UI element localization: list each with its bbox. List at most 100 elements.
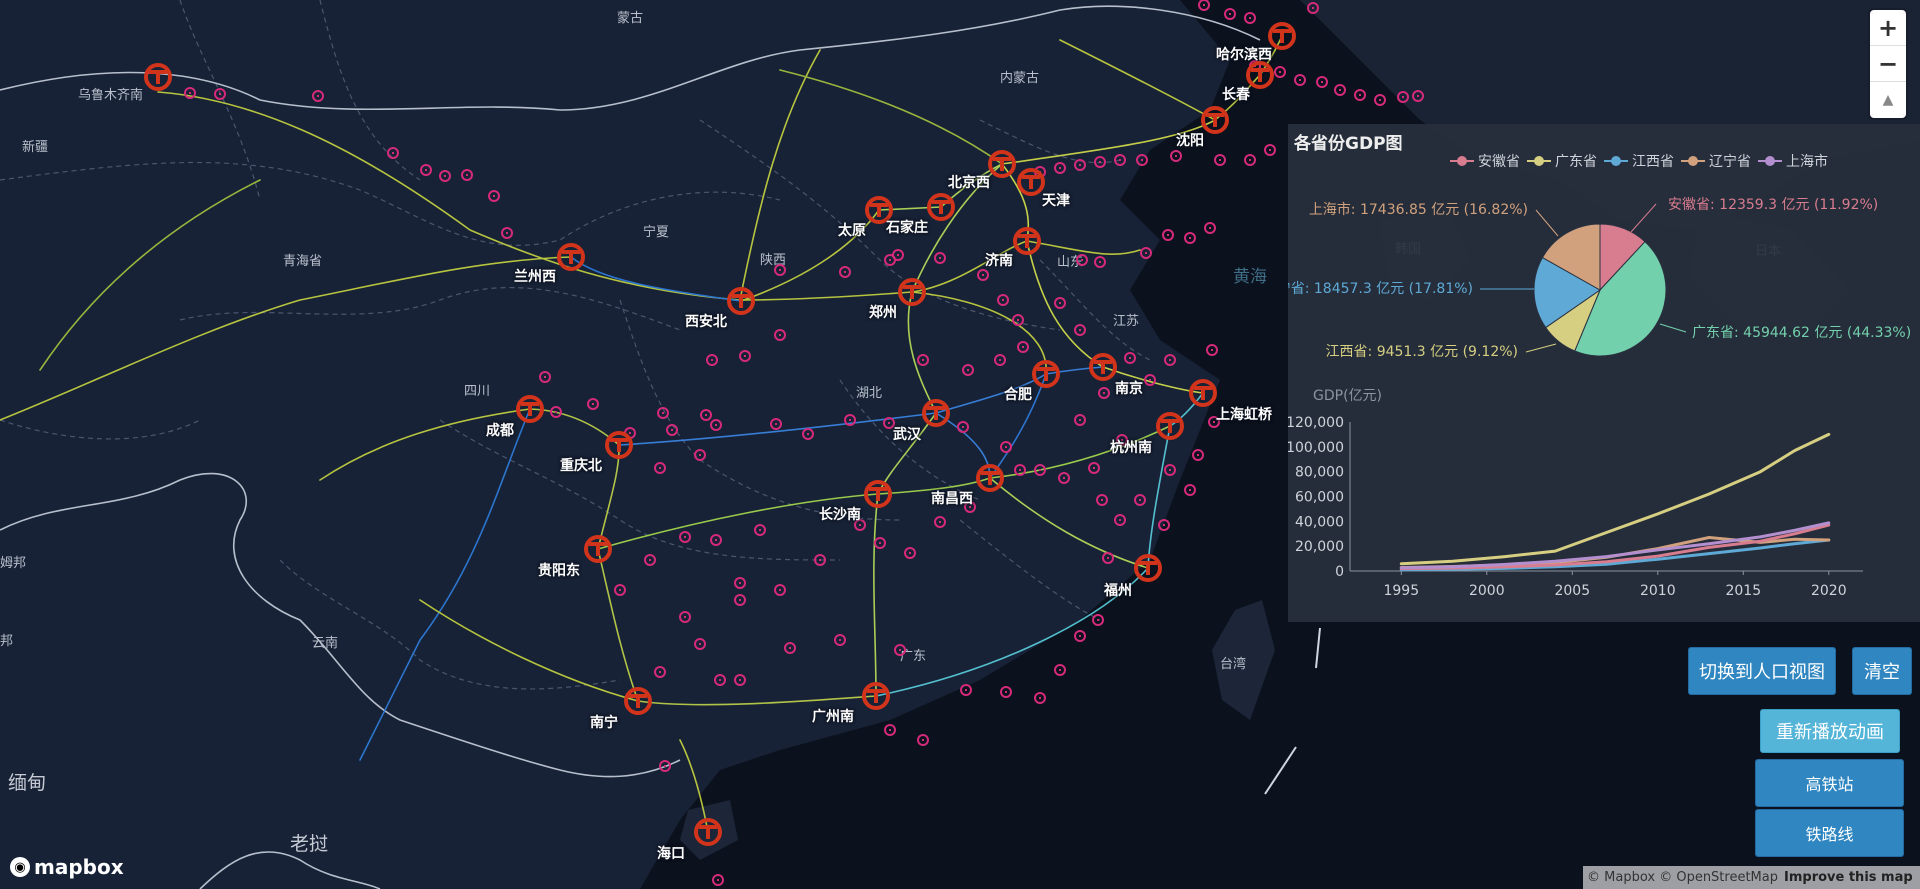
minor-station-icon [904, 547, 916, 559]
minor-station-icon [1074, 630, 1086, 642]
minor-station-icon [770, 418, 782, 430]
zoom-out-button[interactable]: − [1870, 46, 1906, 82]
minor-station-icon [994, 354, 1006, 366]
minor-station-icon [917, 354, 929, 366]
railway-station-icon[interactable] [603, 429, 635, 461]
improve-map-link[interactable]: Improve this map [1784, 870, 1913, 885]
minor-station-icon [694, 449, 706, 461]
minor-station-icon [1098, 387, 1110, 399]
minor-station-icon [917, 734, 929, 746]
station-label: 石家庄 [886, 220, 928, 236]
legend-marker [1457, 156, 1467, 166]
station-label: 上海虹桥 [1216, 407, 1272, 423]
pie-slice-label: 江西省: 9451.3 亿元 (9.12%) [1326, 344, 1518, 360]
minor-station-icon [874, 537, 886, 549]
minor-station-icon [657, 407, 669, 419]
x-tick-label: 2020 [1811, 583, 1847, 599]
railway-station-icon[interactable] [1011, 225, 1043, 257]
railway-station-icon[interactable] [514, 393, 546, 425]
minor-station-icon [1017, 341, 1029, 353]
x-tick-label: 2000 [1469, 583, 1505, 599]
minor-station-icon [587, 398, 599, 410]
railway-station-icon[interactable] [986, 148, 1018, 180]
legend-label: 上海市 [1786, 153, 1828, 170]
railway-station-icon[interactable] [925, 191, 957, 223]
railway-station-icon[interactable] [1154, 410, 1186, 442]
place-label: 新疆 [22, 140, 49, 155]
minor-station-icon [977, 269, 989, 281]
zoom-in-button[interactable]: + [1870, 10, 1906, 46]
minor-station-icon [387, 147, 399, 159]
minor-station-icon [461, 169, 473, 181]
railway-station-icon[interactable] [555, 241, 587, 273]
railway-station-icon[interactable] [860, 680, 892, 712]
railway-station-icon[interactable] [974, 462, 1006, 494]
minor-station-icon [1136, 154, 1148, 166]
pie-slice-label: 上海市: 17436.85 亿元 (16.82%) [1309, 201, 1528, 218]
minor-station-icon [1114, 514, 1126, 526]
station-label: 郑州 [869, 305, 897, 321]
railway-station-icon[interactable] [692, 816, 724, 848]
minor-station-icon [1170, 150, 1182, 162]
minor-station-icon [1058, 472, 1070, 484]
station-label: 长沙南 [819, 507, 861, 523]
minor-station-icon [694, 638, 706, 650]
station-label: 兰州西 [514, 269, 556, 285]
minor-station-icon [894, 644, 906, 656]
place-label: 乌鲁木齐南 [78, 88, 144, 103]
minor-station-icon [1094, 156, 1106, 168]
minor-station-icon [1214, 154, 1226, 166]
minor-station-icon [714, 674, 726, 686]
minor-station-icon [1054, 162, 1066, 174]
minor-station-icon [1316, 76, 1328, 88]
minor-station-icon [934, 516, 946, 528]
minor-station-icon [754, 524, 766, 536]
minor-station-icon [834, 634, 846, 646]
minor-station-icon [1074, 414, 1086, 426]
pie-label-line [1525, 343, 1557, 353]
minor-station-icon [957, 421, 969, 433]
minor-station-icon [1158, 519, 1170, 531]
pie-slice-label: 广东省: 45944.62 亿元 (44.33%) [1692, 325, 1911, 341]
switch-population-view-button[interactable]: 切换到人口视图 [1688, 647, 1836, 695]
mapbox-logo[interactable]: ◉ mapbox [10, 855, 124, 879]
attribution-text[interactable]: © Mapbox © OpenStreetMap [1587, 870, 1778, 885]
minor-station-icon [962, 364, 974, 376]
minor-station-icon [774, 329, 786, 341]
railway-station-icon[interactable] [622, 685, 654, 717]
place-label: 四川 [464, 384, 491, 399]
railway-station-icon[interactable] [725, 285, 757, 317]
minor-station-icon [1264, 144, 1276, 156]
minor-station-icon [700, 409, 712, 421]
minor-station-icon [1054, 664, 1066, 676]
clear-button[interactable]: 清空 [1852, 647, 1912, 695]
minor-station-icon [1094, 256, 1106, 268]
railway-lines-toggle[interactable]: 铁路线 [1755, 809, 1904, 857]
replay-animation-button[interactable]: 重新播放动画 [1760, 709, 1900, 753]
mapbox-icon: ◉ [10, 857, 30, 877]
railway-station-icon[interactable] [1132, 552, 1164, 584]
minor-station-icon [734, 674, 746, 686]
minor-station-icon [1076, 254, 1088, 266]
railway-station-icon[interactable] [1030, 358, 1062, 390]
station-label: 西安北 [685, 314, 727, 330]
station-label: 天津 [1042, 193, 1070, 209]
minor-station-icon [739, 350, 751, 362]
railway-station-icon[interactable] [920, 397, 952, 429]
railway-station-icon[interactable] [862, 478, 894, 510]
railway-station-icon[interactable] [896, 276, 928, 308]
minor-station-icon [1074, 324, 1086, 336]
minor-station-icon [1000, 686, 1012, 698]
railway-station-icon[interactable] [142, 61, 174, 93]
railway-station-icon[interactable] [582, 533, 614, 565]
legend-marker [1534, 156, 1544, 166]
place-label: 姆邦 [0, 556, 27, 571]
minor-station-icon [712, 874, 724, 886]
minor-station-icon [1294, 74, 1306, 86]
minor-station-icon [1164, 464, 1176, 476]
railway-station-icon[interactable] [1187, 377, 1219, 409]
station-label: 福州 [1104, 583, 1132, 599]
station-label: 太原 [838, 223, 866, 239]
hsr-stations-toggle[interactable]: 高铁站 [1755, 759, 1904, 807]
compass-button[interactable]: ▲ [1870, 82, 1906, 118]
